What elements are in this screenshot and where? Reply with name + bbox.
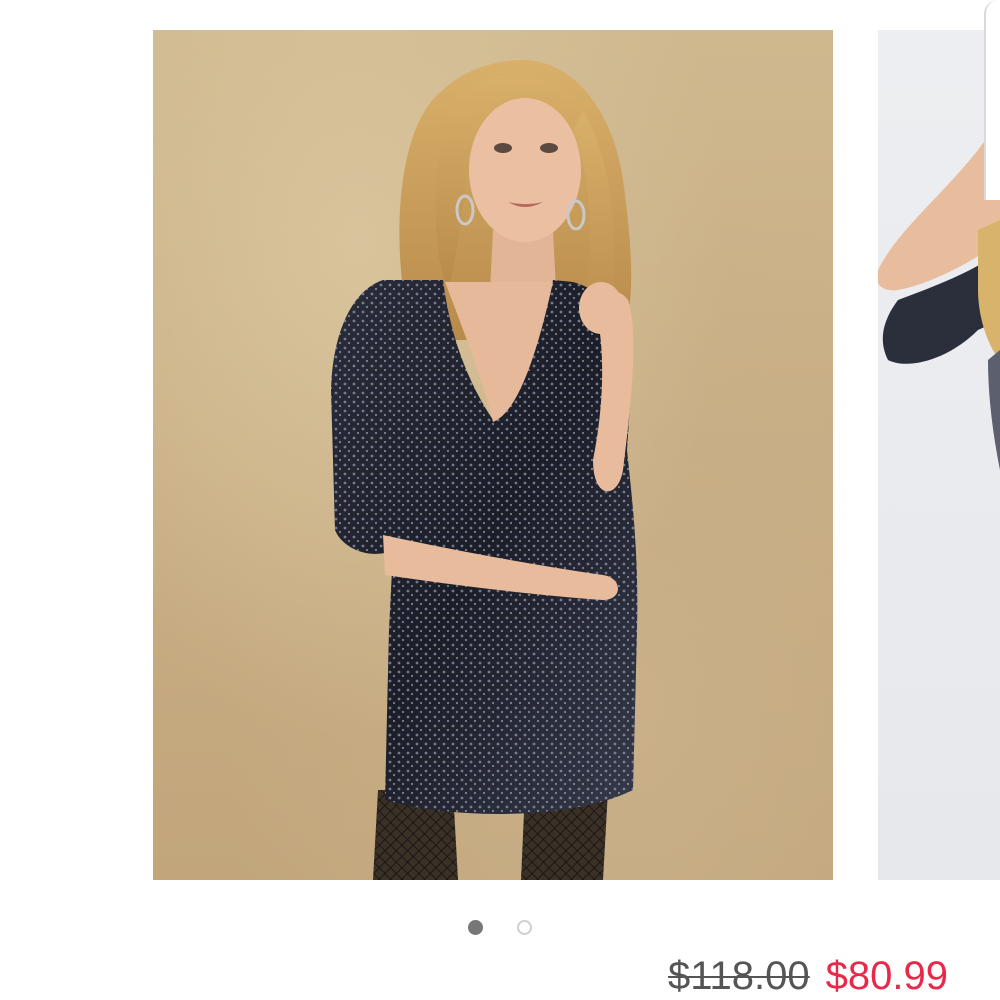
model-photo-partial-icon <box>878 134 1000 470</box>
product-image-main[interactable] <box>153 30 833 880</box>
carousel-pagination <box>0 920 1000 935</box>
model-photo-icon <box>331 60 638 880</box>
device-frame-edge <box>984 0 1000 200</box>
original-price: $118.00 <box>668 954 810 998</box>
product-image-next[interactable] <box>878 30 1000 880</box>
carousel-dot-2[interactable] <box>517 920 532 935</box>
product-page: $118.00 $80.99 <box>0 0 1000 1000</box>
carousel-dot-1[interactable] <box>468 920 483 935</box>
product-image-carousel[interactable] <box>0 0 1000 900</box>
price-block: $118.00 $80.99 <box>668 952 948 1000</box>
sale-price: $80.99 <box>825 954 948 998</box>
